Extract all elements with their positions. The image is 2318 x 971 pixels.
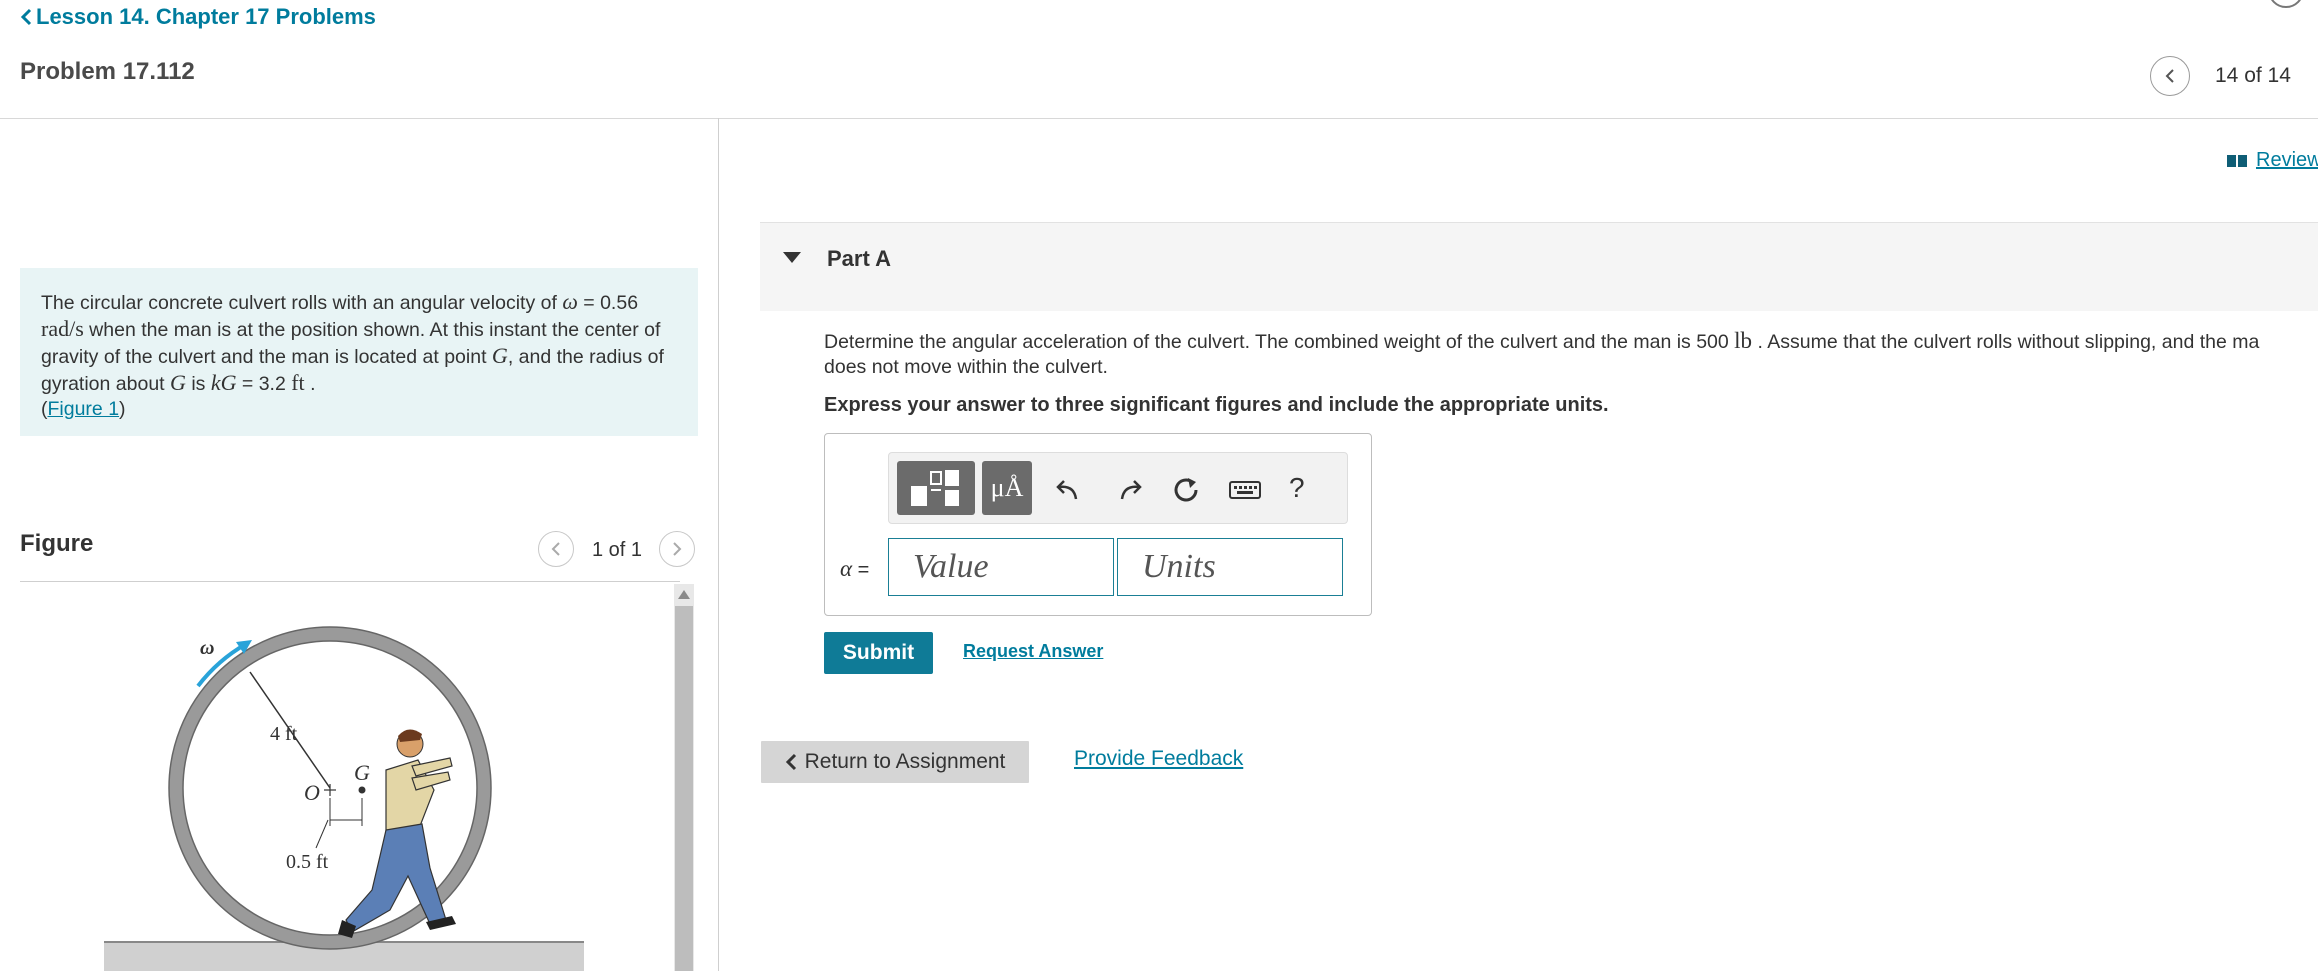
- figure-link[interactable]: Figure 1: [48, 398, 120, 420]
- scrollbar-thumb[interactable]: [675, 606, 693, 971]
- question-line: Determine the angular acceleration of th…: [824, 331, 1735, 353]
- submit-button[interactable]: Submit: [824, 632, 933, 674]
- redo-icon[interactable]: [1112, 473, 1146, 507]
- question-line: does not move within the culvert.: [824, 356, 1108, 378]
- figure-scrollbar[interactable]: [674, 584, 694, 971]
- offset-label: 0.5 ft: [286, 851, 329, 873]
- keyboard-icon[interactable]: [1228, 473, 1262, 507]
- culvert-figure: ω 4 ft O G 0.5 ft: [104, 626, 584, 971]
- reset-icon[interactable]: [1169, 473, 1203, 507]
- point-g-symbol: G: [170, 370, 186, 395]
- answer-instruction: Express your answer to three significant…: [824, 394, 1609, 416]
- chevron-left-icon: [20, 8, 32, 26]
- provide-feedback-link[interactable]: Provide Feedback: [1074, 747, 1243, 771]
- units-symbol-icon: μÅ: [990, 473, 1024, 502]
- omega-symbol: ω: [562, 289, 578, 314]
- question-line: . Assume that the culvert rolls without …: [1752, 331, 2260, 353]
- value-input[interactable]: [888, 538, 1114, 596]
- intro-text: is: [185, 373, 211, 395]
- part-a-header[interactable]: [760, 222, 2318, 311]
- problem-counter: 14 of 14: [2215, 64, 2291, 87]
- help-button[interactable]: ?: [1289, 472, 1305, 504]
- request-answer-link[interactable]: Request Answer: [963, 641, 1103, 662]
- undo-icon[interactable]: [1052, 473, 1086, 507]
- units-input[interactable]: [1117, 538, 1343, 596]
- intro-text: .: [304, 373, 316, 395]
- intro-text: = 3.2: [236, 373, 292, 395]
- column-divider: [718, 118, 719, 971]
- figure-heading: Figure: [20, 530, 94, 557]
- kg-symbol: kG: [210, 370, 237, 395]
- omega-label: ω: [200, 637, 214, 659]
- figure-divider: [20, 581, 680, 582]
- chevron-right-icon: [673, 542, 682, 556]
- figure-prev-button[interactable]: [538, 531, 574, 567]
- equals-sign: =: [852, 559, 870, 581]
- review-link[interactable]: Review: [2226, 149, 2318, 172]
- chevron-left-icon: [785, 753, 796, 771]
- problem-statement: The circular concrete culvert rolls with…: [20, 268, 698, 436]
- point-g-dot: [358, 786, 366, 794]
- review-label: Review: [2256, 149, 2318, 171]
- return-to-assignment-button[interactable]: Return to Assignment: [761, 741, 1029, 783]
- question-text: Determine the angular acceleration of th…: [824, 328, 2318, 380]
- alpha-symbol: α: [840, 556, 853, 581]
- part-a-title: Part A: [827, 246, 891, 271]
- return-label: Return to Assignment: [804, 750, 1006, 773]
- scroll-up-icon[interactable]: [678, 590, 690, 599]
- unit-ft: ft: [291, 370, 305, 395]
- figure-next-button[interactable]: [659, 531, 695, 567]
- intro-text: = 0.56: [577, 292, 639, 314]
- point-o-label: O: [304, 780, 320, 805]
- chevron-left-icon: [2165, 69, 2174, 83]
- account-icon[interactable]: [2268, 0, 2304, 8]
- caret-down-icon[interactable]: [783, 252, 801, 263]
- alpha-label: α =: [840, 556, 869, 582]
- radius-label: 4 ft: [270, 723, 298, 745]
- templates-icon: [911, 470, 959, 506]
- intro-text: The circular concrete culvert rolls with…: [41, 292, 563, 314]
- unit-rad-s: rad/s: [41, 316, 84, 341]
- back-to-lesson-link[interactable]: Lesson 14. Chapter 17 Problems: [20, 4, 376, 30]
- problem-title: Problem 17.112: [20, 58, 195, 85]
- figure-counter: 1 of 1: [592, 539, 643, 561]
- header-divider: [0, 118, 2318, 119]
- previous-problem-button[interactable]: [2150, 56, 2190, 96]
- paren: ): [119, 398, 126, 420]
- chevron-left-icon: [551, 542, 560, 556]
- dim-leader: [315, 819, 329, 849]
- book-icon: [2227, 154, 2247, 167]
- unit-lb: lb: [1734, 328, 1753, 353]
- templates-button[interactable]: [897, 461, 975, 515]
- back-link-label: Lesson 14. Chapter 17 Problems: [36, 4, 376, 29]
- point-g-label: G: [354, 760, 370, 785]
- point-g-symbol: G: [491, 343, 508, 368]
- units-button[interactable]: μÅ: [982, 461, 1032, 515]
